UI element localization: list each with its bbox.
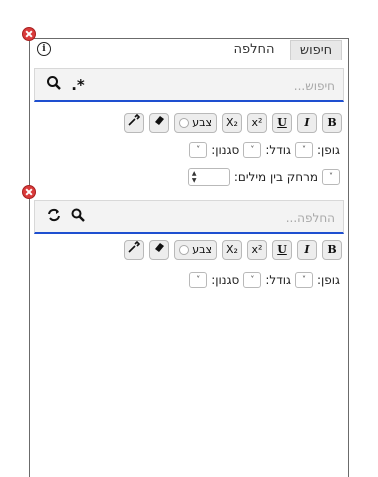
replace-icon[interactable] <box>45 207 63 227</box>
search-field: .* <box>34 68 344 102</box>
subscript-button[interactable]: X₂ <box>222 113 242 133</box>
replace-font-row: גופן: ˅ גודל: ˅ סגנון: ˅ <box>189 270 340 290</box>
eyedropper-icon <box>128 113 141 126</box>
size-dropdown[interactable]: ˅ <box>243 272 262 288</box>
word-spacing-stepper[interactable]: ▲ ▼ <box>187 168 230 186</box>
color-radio[interactable] <box>179 245 190 255</box>
find-font-row: גופן: ˅ גודל: ˅ סגנון: ˅ <box>189 140 340 160</box>
close-find-icon[interactable] <box>22 27 36 41</box>
style-dropdown[interactable]: ˅ <box>189 272 208 288</box>
eraser-icon <box>155 116 165 125</box>
subscript-button[interactable]: X₂ <box>222 240 242 260</box>
eraser-icon <box>155 243 165 252</box>
eraser-button[interactable] <box>149 113 170 133</box>
replace-format-toolbar: B I U x² X₂ צבע <box>124 240 342 262</box>
replace-field <box>34 200 344 234</box>
underline-button[interactable]: U <box>272 240 292 260</box>
italic-button[interactable]: I <box>297 113 317 133</box>
color-button[interactable]: צבע <box>174 240 217 260</box>
size-label: גודל: <box>265 143 291 157</box>
tab-find[interactable]: חיפוש <box>290 40 342 60</box>
tab-bar: i חיפוש החלפה <box>30 39 348 61</box>
eyedropper-icon <box>128 240 141 253</box>
superscript-button[interactable]: x² <box>247 113 267 133</box>
find-replace-panel: i חיפוש החלפה .* B I U x² X₂ צבע גופן: ˅… <box>29 38 349 477</box>
underline-button[interactable]: U <box>272 113 292 133</box>
bold-button[interactable]: B <box>322 240 342 260</box>
style-dropdown[interactable]: ˅ <box>189 142 208 158</box>
word-spacing-row: ˅ מרחק בין מילים: ▲ ▼ <box>187 167 340 187</box>
tab-replace[interactable]: החלפה <box>224 40 284 60</box>
word-spacing-label: מרחק בין מילים: <box>233 170 318 184</box>
close-replace-icon[interactable] <box>22 185 36 199</box>
size-label: גודל: <box>265 273 291 287</box>
size-dropdown[interactable]: ˅ <box>243 142 262 158</box>
eraser-button[interactable] <box>149 240 170 260</box>
eyedropper-button[interactable] <box>124 240 145 260</box>
font-label: גופן: <box>316 273 340 287</box>
regex-icon[interactable]: .* <box>69 75 87 95</box>
font-dropdown[interactable]: ˅ <box>294 272 313 288</box>
style-label: סגנון: <box>211 273 240 287</box>
color-button[interactable]: צבע <box>174 113 217 133</box>
find-format-toolbar: B I U x² X₂ צבע <box>124 113 342 135</box>
replace-all-icon[interactable] <box>69 207 87 227</box>
color-label: צבע <box>192 243 212 256</box>
replace-input[interactable] <box>133 207 337 229</box>
color-radio[interactable] <box>179 118 190 128</box>
word-spacing-dropdown[interactable]: ˅ <box>322 169 340 185</box>
superscript-button[interactable]: x² <box>247 240 267 260</box>
search-input[interactable] <box>133 75 337 97</box>
style-label: סגנון: <box>211 143 240 157</box>
bold-button[interactable]: B <box>322 113 342 133</box>
italic-button[interactable]: I <box>297 240 317 260</box>
eyedropper-button[interactable] <box>124 113 145 133</box>
info-icon[interactable]: i <box>37 42 51 56</box>
font-label: גופן: <box>316 143 340 157</box>
color-label: צבע <box>192 116 212 129</box>
search-icon[interactable] <box>45 75 63 95</box>
font-dropdown[interactable]: ˅ <box>294 142 313 158</box>
